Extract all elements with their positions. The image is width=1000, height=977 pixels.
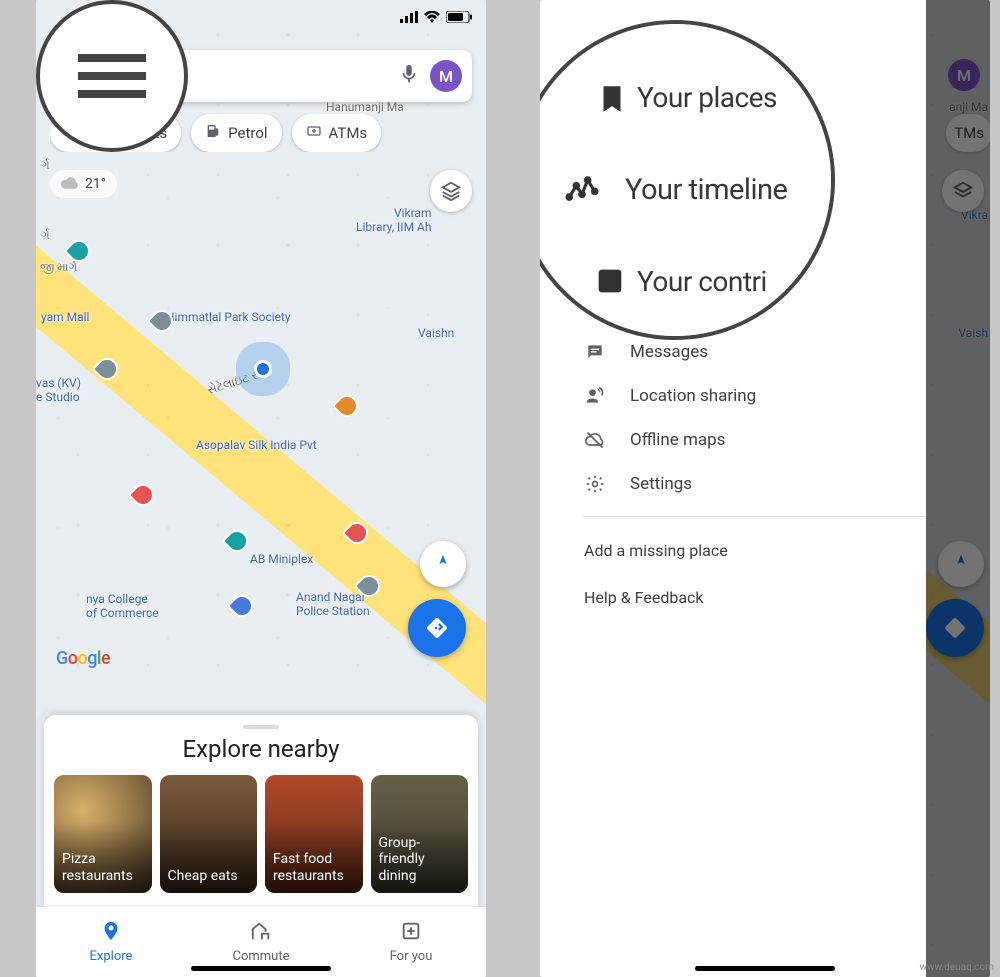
menu-label: Offline maps xyxy=(630,430,725,450)
explore-title: Explore nearby xyxy=(54,735,468,763)
battery-icon xyxy=(446,8,472,27)
magnified-label: Your timeline xyxy=(625,173,787,207)
explore-tile[interactable]: Pizza restaurants xyxy=(54,775,152,893)
sheet-handle[interactable] xyxy=(243,725,279,729)
magnified-label: Your places xyxy=(637,81,777,114)
map-label: Hanumanji Ma xyxy=(326,100,404,114)
hamburger-icon xyxy=(78,54,146,98)
layers-button[interactable] xyxy=(430,170,472,212)
callout-your-timeline: Your places Your timeline Your contri xyxy=(540,20,835,340)
weather-chip[interactable]: 21° xyxy=(50,170,117,198)
recenter-button[interactable] xyxy=(420,541,466,587)
petrol-icon xyxy=(205,123,221,143)
tile-label: Fast food restaurants xyxy=(273,851,344,885)
magnified-menu-your-timeline: Your timeline xyxy=(565,173,831,207)
directions-fab[interactable] xyxy=(408,599,466,657)
chip-petrol[interactable]: Petrol xyxy=(191,114,281,152)
home-indicator[interactable] xyxy=(191,966,331,971)
home-indicator[interactable] xyxy=(695,966,835,971)
map-label: ર્ગ xyxy=(41,158,50,173)
location-sharing-icon xyxy=(584,386,606,406)
nav-label: Commute xyxy=(233,949,290,964)
bookmark-icon xyxy=(595,82,629,116)
menu-offline-maps[interactable]: Offline maps xyxy=(540,418,926,462)
explore-pin-icon xyxy=(100,920,122,946)
menu-help-feedback[interactable]: Help & Feedback xyxy=(540,574,926,621)
map-label: AB Miniplex xyxy=(250,552,313,566)
callout-hamburger xyxy=(36,0,188,152)
map-label: Vikram Library, IIM Ah xyxy=(356,206,431,234)
menu-label: Add a missing place xyxy=(584,541,728,560)
map-label: nya College of Commerce xyxy=(86,592,159,620)
map-label: ર્ગ xyxy=(41,228,50,243)
map-label: vas (KV) e Studio xyxy=(36,376,81,404)
menu-add-missing-place[interactable]: Add a missing place xyxy=(540,527,926,574)
chip-label: ATMs xyxy=(329,124,368,142)
magnified-menu-your-places: Your places xyxy=(565,78,831,116)
explore-sheet[interactable]: Explore nearby Pizza restaurants Cheap e… xyxy=(44,715,478,907)
timeline-icon xyxy=(565,173,599,207)
commute-icon xyxy=(250,920,272,946)
explore-tile[interactable]: Cheap eats xyxy=(160,775,258,893)
avatar-initial: M xyxy=(439,67,453,86)
magnified-menu-your-contributions: Your contri xyxy=(565,264,831,298)
menu-divider xyxy=(582,516,926,517)
map-label: Himmatlal Park Society xyxy=(166,310,291,324)
explore-tile[interactable]: Fast food restaurants xyxy=(265,775,363,893)
tile-label: Cheap eats xyxy=(168,868,238,885)
my-location-dot xyxy=(254,360,272,378)
google-logo: Google xyxy=(56,648,110,669)
map-label: Vaishn xyxy=(418,326,454,340)
cellular-icon xyxy=(400,8,418,27)
menu-label: Location sharing xyxy=(630,386,756,406)
nav-explore[interactable]: Explore xyxy=(36,907,186,977)
phone-screenshot-right: anji Ma Vikra Vaish TMs M Messages xyxy=(540,0,990,977)
wifi-icon xyxy=(424,8,440,27)
explore-tile-row: Pizza restaurants Cheap eats Fast food r… xyxy=(54,775,468,893)
phone-screenshot-left: Hanumanji Ma Vikram Library, IIM Ah Himm… xyxy=(36,0,486,977)
atm-icon xyxy=(306,123,322,143)
explore-tile[interactable]: Group- friendly dining xyxy=(371,775,469,893)
profile-avatar[interactable]: M xyxy=(430,60,462,92)
chip-label: Petrol xyxy=(228,124,267,142)
tile-label: Group- friendly dining xyxy=(379,835,425,885)
menu-messages[interactable]: Messages xyxy=(540,330,926,374)
magnified-label: Your contri xyxy=(637,265,767,298)
menu-location-sharing[interactable]: Location sharing xyxy=(540,374,926,418)
weather-temp: 21° xyxy=(85,176,106,192)
map-label: Anand Nagar Police Station xyxy=(296,590,370,618)
message-icon xyxy=(584,342,606,362)
gear-icon xyxy=(584,474,606,494)
map-label: જી માર્ગ xyxy=(40,260,77,275)
map-label: yam Mall xyxy=(41,310,89,324)
nav-label: For you xyxy=(390,949,433,964)
menu-label: Settings xyxy=(630,474,692,494)
cloud-icon xyxy=(61,175,79,193)
menu-settings[interactable]: Settings xyxy=(540,462,926,506)
for-you-icon xyxy=(400,920,422,946)
watermark: www.deuaq.com xyxy=(920,962,995,973)
nav-for-you[interactable]: For you xyxy=(336,907,486,977)
menu-label: Messages xyxy=(630,342,708,362)
nav-label: Explore xyxy=(90,949,133,964)
contributions-icon xyxy=(593,264,627,298)
cloud-off-icon xyxy=(584,430,606,450)
map-label: Asopalav Silk India Pvt xyxy=(196,438,317,452)
tile-label: Pizza restaurants xyxy=(62,851,133,885)
menu-label: Help & Feedback xyxy=(584,588,704,607)
chip-atms[interactable]: ATMs xyxy=(292,114,382,152)
mic-icon[interactable] xyxy=(398,63,420,89)
